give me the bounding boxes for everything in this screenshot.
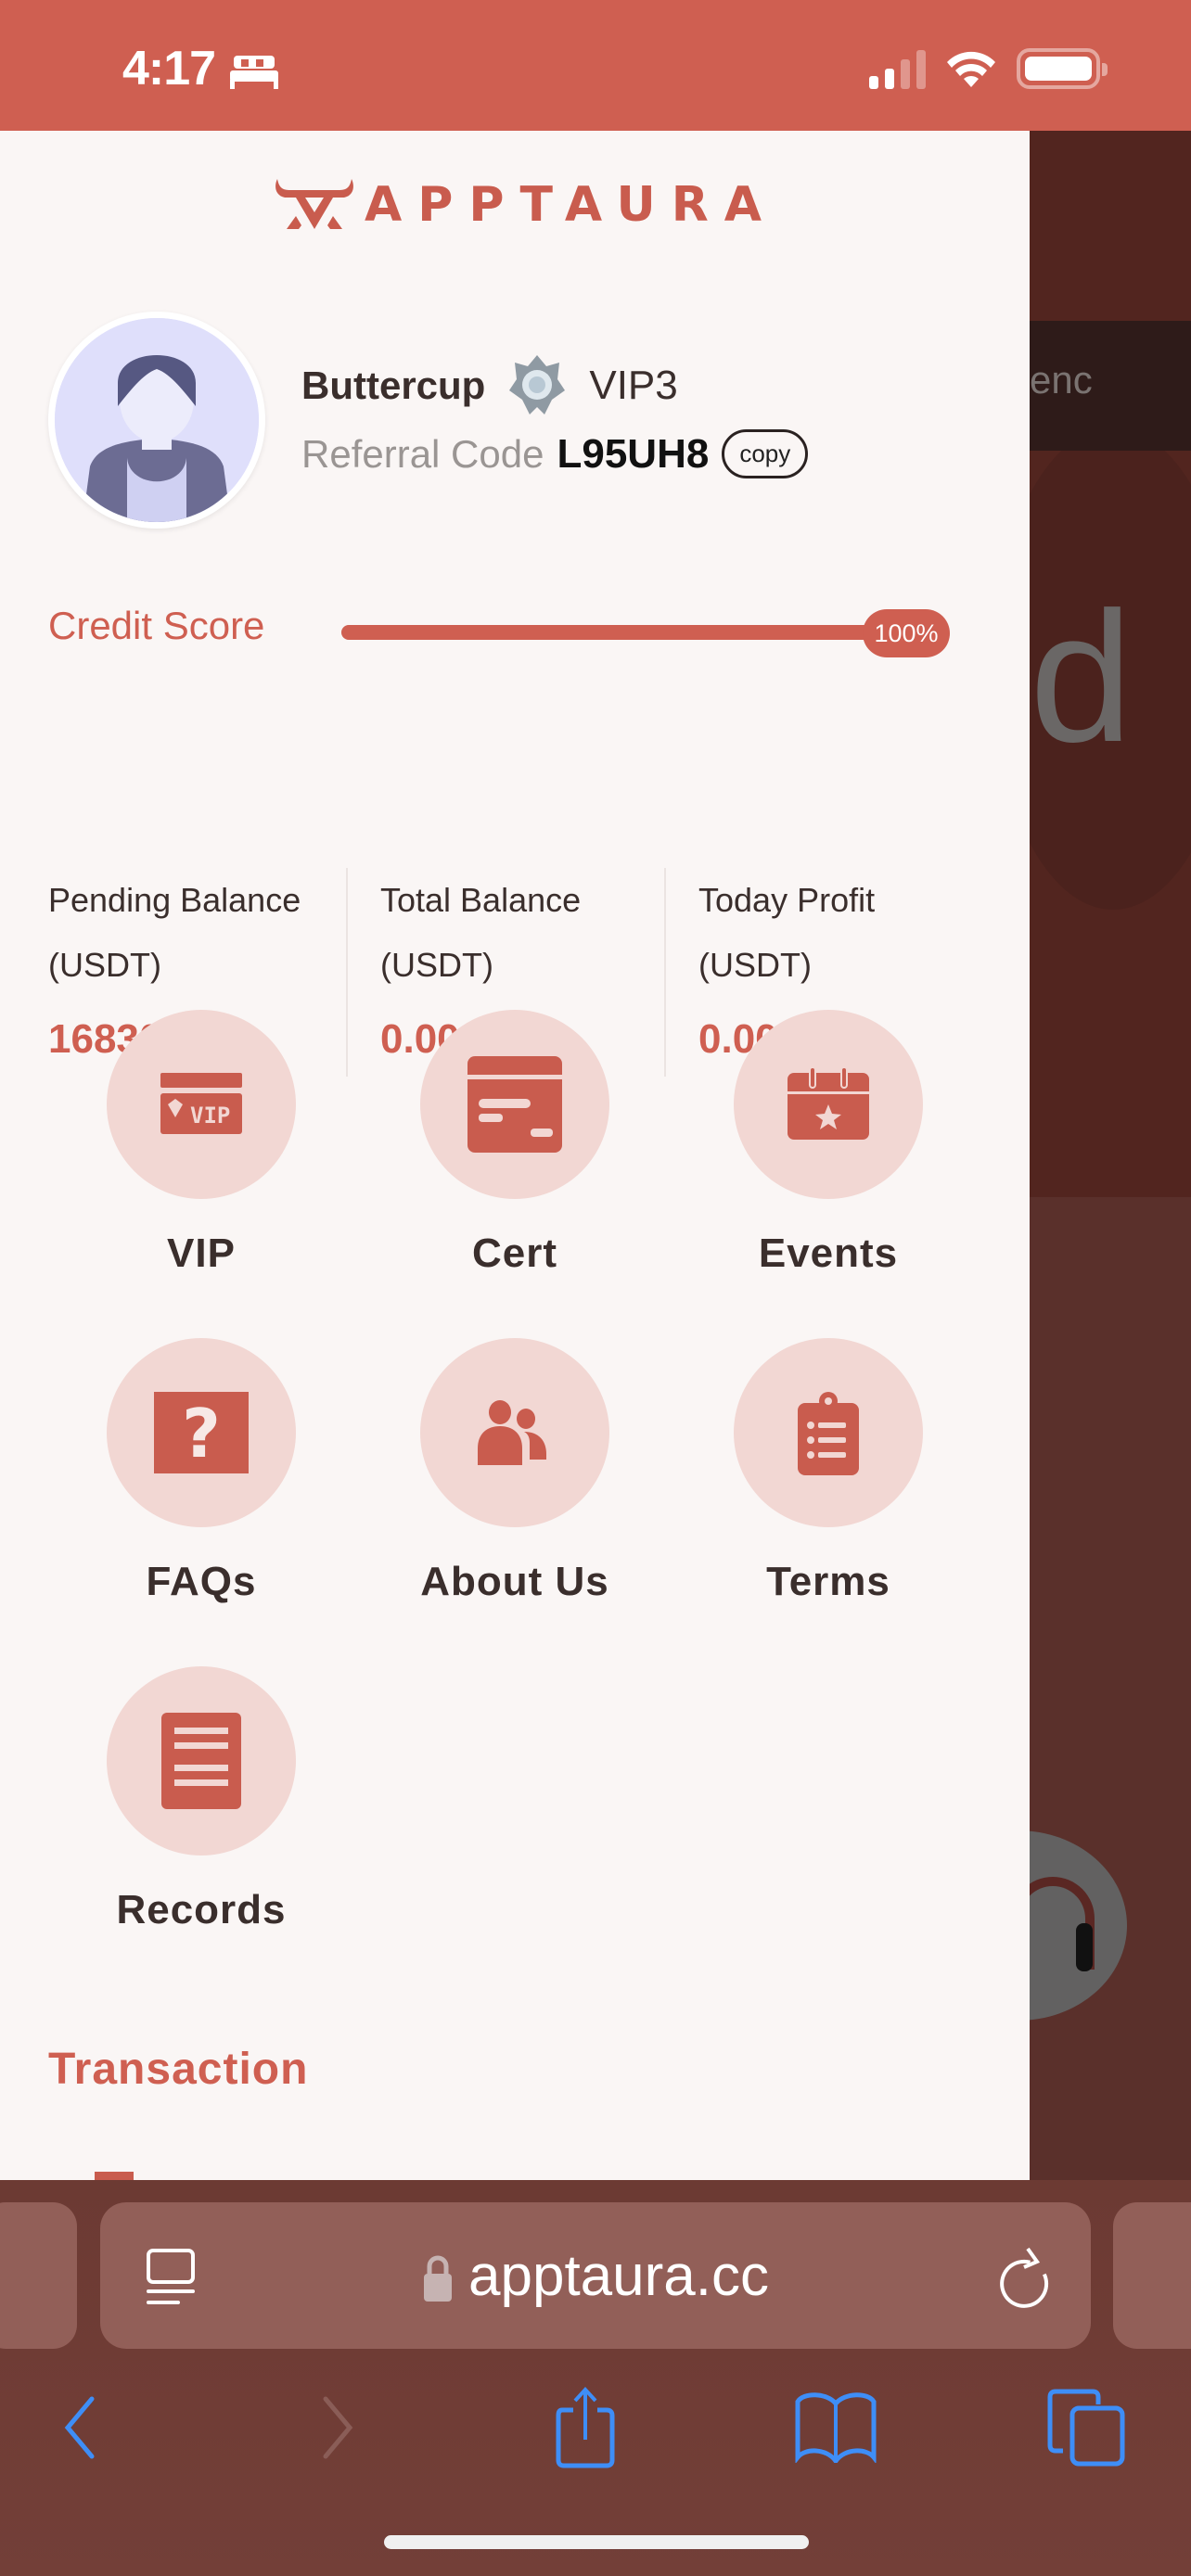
menu-item-cert[interactable]: Cert [394, 1010, 635, 1277]
credit-score-fill [341, 625, 949, 640]
status-bar: 4:17 [0, 0, 1191, 131]
reload-icon[interactable] [994, 2245, 1054, 2310]
chevron-right-icon [323, 2396, 353, 2459]
chevron-left-icon [64, 2396, 95, 2459]
menu-label: About Us [420, 1559, 609, 1604]
battery-icon [1017, 48, 1108, 89]
menu-label: Events [758, 1231, 899, 1276]
background-banner-text: enc [1030, 358, 1093, 402]
referral-row: Referral Code L95UH8 copy [301, 429, 809, 478]
background-heading-fragment: d [1030, 574, 1133, 781]
transaction-section-title: Transaction [48, 2045, 309, 2094]
status-time-group: 4:17 [122, 41, 280, 96]
cellular-signal-icon [869, 50, 926, 89]
bookmarks-button[interactable] [785, 2377, 887, 2479]
records-icon [161, 1713, 241, 1809]
svg-text:VIP: VIP [190, 1103, 230, 1129]
lock-icon [424, 2255, 452, 2302]
balance-label: Today Profit [698, 881, 876, 919]
brand-name: APPTAURA [365, 177, 778, 233]
status-time: 4:17 [122, 42, 216, 96]
vip-level: VIP3 [589, 363, 678, 408]
certificate-icon [467, 1056, 562, 1153]
vip-card-icon: VIP [160, 1073, 242, 1134]
headset-earcup [1076, 1923, 1093, 1971]
menu-item-about-us[interactable]: About Us [394, 1338, 635, 1605]
credit-score-label: Credit Score [48, 604, 265, 647]
next-tab-peek[interactable] [1113, 2202, 1191, 2349]
menu-icon-circle [107, 1666, 296, 1855]
balance-unit: (USDT) [698, 946, 812, 984]
status-indicators [869, 48, 1108, 89]
balance-unit: (USDT) [380, 946, 493, 984]
wifi-icon [947, 51, 995, 87]
forward-button[interactable] [288, 2377, 390, 2479]
credit-score-bar [341, 625, 949, 640]
clipboard-list-icon [798, 1392, 859, 1475]
referral-code: L95UH8 [557, 430, 710, 477]
page-menu-icon[interactable] [143, 2247, 198, 2308]
menu-label: Records [116, 1887, 287, 1932]
brand-logo: APPTAURA [274, 177, 777, 233]
bed-icon [230, 56, 279, 89]
referral-label: Referral Code [301, 431, 544, 476]
address-bar[interactable]: apptaura.cc [100, 2202, 1091, 2349]
share-button[interactable] [534, 2377, 636, 2479]
balance-label: Pending Balance [48, 881, 301, 919]
svg-text:?: ? [182, 1395, 221, 1473]
menu-item-events[interactable]: Events [708, 1010, 949, 1277]
bull-logo-icon [275, 179, 353, 229]
balance-unit: (USDT) [48, 946, 161, 984]
calendar-star-icon [788, 1067, 869, 1140]
credit-score-percent: 100% [863, 609, 950, 657]
menu-icon-circle: VIP [107, 1010, 296, 1199]
background-section [1030, 1197, 1191, 2180]
menu-icon-circle [420, 1010, 609, 1199]
question-icon: ? [154, 1392, 249, 1473]
avatar-illustration [55, 318, 259, 522]
menu-label: Terms [766, 1559, 890, 1604]
previous-tab-peek[interactable] [0, 2202, 77, 2349]
avatar[interactable] [48, 312, 265, 529]
menu-item-vip[interactable]: VIP VIP [81, 1010, 322, 1277]
menu-icon-circle [734, 1338, 923, 1527]
browser-toolbar: apptaura.cc [0, 2180, 1191, 2576]
transaction-icon-peek [95, 2172, 134, 2180]
tabs-button[interactable] [1035, 2377, 1137, 2479]
menu-icon-circle [734, 1010, 923, 1199]
background-banner: enc [1030, 321, 1191, 451]
menu-item-records[interactable]: Records [81, 1666, 322, 1933]
menu-label: Cert [471, 1231, 558, 1276]
menu-label: FAQs [146, 1559, 257, 1604]
vip-badge-icon [509, 355, 566, 414]
side-drawer: APPTAURA Buttercup VIP3 Referral Code L9… [0, 131, 1030, 2180]
background-page-overlay[interactable]: enc d [1030, 131, 1191, 2180]
menu-item-faqs[interactable]: ? FAQs [81, 1338, 322, 1605]
back-button[interactable] [28, 2377, 130, 2479]
users-icon [478, 1400, 546, 1465]
user-name: Buttercup [301, 363, 486, 407]
menu-icon-circle: ? [107, 1338, 296, 1527]
menu-label: VIP [167, 1231, 236, 1276]
profile-name-row: Buttercup VIP3 [301, 353, 678, 418]
tabs-icon [1047, 2389, 1125, 2467]
url-text: apptaura.cc [468, 2243, 769, 2308]
balance-label: Total Balance [380, 881, 582, 919]
browser-nav-row [0, 2377, 1191, 2479]
share-icon [556, 2387, 615, 2468]
bookmarks-icon [795, 2392, 877, 2463]
menu-item-terms[interactable]: Terms [708, 1338, 949, 1605]
home-indicator[interactable] [384, 2535, 809, 2549]
menu-icon-circle [420, 1338, 609, 1527]
copy-referral-button[interactable]: copy [722, 429, 809, 478]
